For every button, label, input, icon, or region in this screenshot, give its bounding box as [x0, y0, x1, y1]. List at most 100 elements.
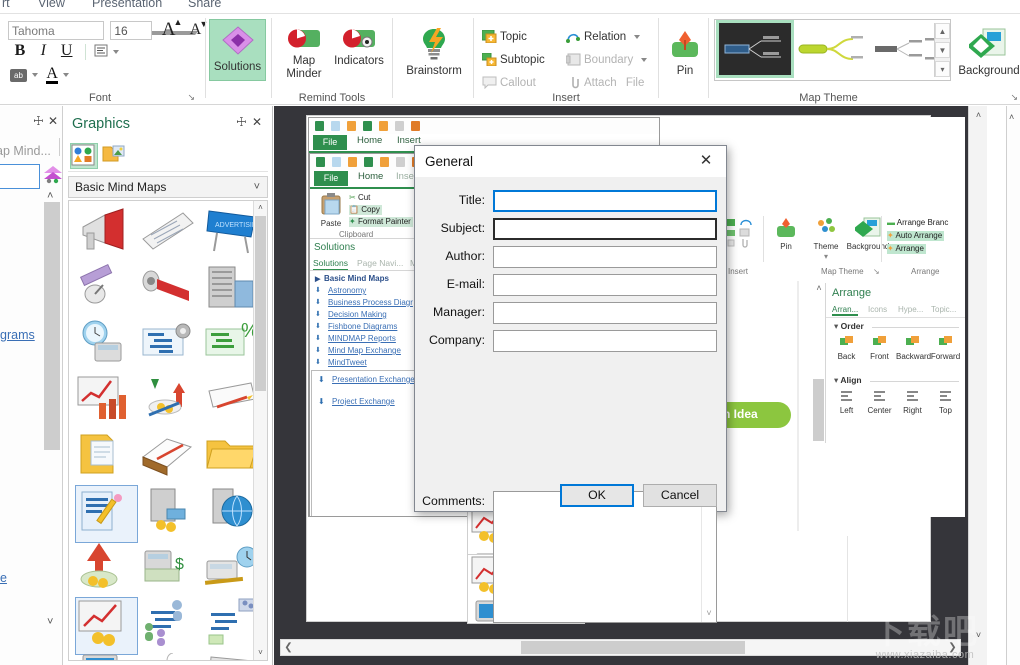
clipart-item-folder-document[interactable]	[75, 429, 138, 487]
graphics-category-combo[interactable]: Basic Mind Maps ˅	[68, 176, 268, 198]
nested-theme-caret-icon[interactable]: ▾	[809, 252, 843, 262]
partial-link[interactable]: e	[0, 571, 7, 585]
author-input[interactable]	[493, 246, 717, 268]
inner-file-tab[interactable]: File	[314, 171, 348, 186]
nested-doc-scroll-thumb[interactable]	[813, 379, 824, 441]
map-theme-item-yellow[interactable]	[795, 23, 867, 75]
clipart-item-chart-coins[interactable]	[75, 597, 138, 655]
paragraph-align-button[interactable]	[94, 44, 108, 60]
graphics-scroll-thumb[interactable]	[255, 216, 266, 391]
order-forward-button[interactable]: Forward	[929, 335, 962, 362]
map-theme-item-dark[interactable]	[716, 20, 794, 78]
comments-scrollbar[interactable]: ˄ ˅	[701, 492, 716, 622]
ok-button[interactable]: OK	[560, 484, 634, 507]
highlight-caret-icon[interactable]	[32, 73, 38, 77]
pin-button[interactable]: Pin	[657, 30, 713, 78]
qat-app-icon[interactable]	[315, 121, 324, 131]
local-images-button[interactable]	[102, 143, 130, 169]
graphics-scroll-up[interactable]: ˄	[254, 201, 267, 215]
graphics-close-icon[interactable]: ✕	[252, 115, 262, 129]
left-scroll-down[interactable]: ˅	[47, 616, 53, 628]
align-left-button[interactable]: Left	[830, 389, 863, 416]
clipart-item-satellite[interactable]	[75, 261, 138, 319]
boundary-caret-icon[interactable]	[641, 57, 648, 62]
font-color-caret-icon[interactable]	[62, 73, 69, 77]
relation-caret-icon[interactable]	[634, 34, 641, 39]
attach-button[interactable]: Attach File	[566, 76, 644, 90]
background-button[interactable]: Background	[958, 28, 1020, 78]
grow-font-button[interactable]: A ▲	[162, 17, 183, 41]
e-mail-input[interactable]	[493, 274, 717, 296]
clipart-item-red-arrow-money[interactable]	[75, 541, 138, 599]
graphics-pin-icon[interactable]: ☩	[236, 115, 247, 129]
nested-doc-scroll-up[interactable]: ˄	[813, 283, 825, 293]
canvas-hscrollbar[interactable]: ❮ ❯	[280, 639, 961, 656]
order-back-button[interactable]: Back	[830, 335, 863, 362]
qat-print-icon[interactable]	[411, 121, 420, 131]
clipart-library-button[interactable]	[70, 143, 98, 169]
highlight-button[interactable]: ab	[10, 68, 27, 82]
gallery-scrollbar[interactable]: ▲ ▼ ▾	[934, 23, 950, 77]
clipart-item-pen-money-arrow[interactable]	[139, 373, 202, 431]
cut-button[interactable]: ✂ Cut	[349, 193, 370, 203]
italic-button[interactable]: I	[33, 42, 53, 60]
bold-button[interactable]: B	[10, 42, 30, 60]
canvas-vscrollbar[interactable]: ˄ ˅	[968, 106, 987, 665]
collapse-icon[interactable]: ▾	[834, 321, 838, 331]
clipart-item-projector[interactable]	[139, 261, 202, 319]
brainstorm-button[interactable]: Brainstorm	[403, 28, 465, 78]
shrink-font-button[interactable]: A ▼	[190, 19, 209, 39]
boundary-button[interactable]: Boundary	[565, 53, 652, 67]
font-color-button[interactable]: A	[46, 66, 58, 84]
clipart-item-org-chart-people[interactable]	[139, 597, 202, 655]
diagrams-link[interactable]: grams	[0, 328, 35, 342]
qat-undo-icon[interactable]	[380, 157, 389, 167]
clipart-item-building-money[interactable]	[139, 485, 202, 543]
lower-list-item-project-exchange[interactable]: ⬇ Project Exchange	[316, 397, 415, 407]
relation-button[interactable]: Relation	[566, 30, 645, 44]
map-minder-button[interactable]: Map Minder	[276, 28, 332, 80]
expand-arrow-icon[interactable]: ▶	[315, 275, 320, 285]
comments-scroll-down[interactable]: ˅	[702, 606, 716, 620]
underline-button[interactable]: U	[57, 42, 77, 60]
align-buttons[interactable]: Left Center Right Top	[830, 389, 965, 423]
format-painter-button[interactable]: ✦ Format Painter	[349, 217, 413, 227]
map-theme-item-plain[interactable]	[871, 23, 943, 75]
qat-save-icon[interactable]	[364, 157, 373, 167]
clipart-item-open-book-pen[interactable]	[139, 429, 202, 487]
right-rail-scroll-up[interactable]: ˄	[1009, 112, 1014, 122]
order-backward-button[interactable]: Backward	[896, 335, 931, 362]
title-input[interactable]	[493, 190, 717, 212]
comments-textarea[interactable]: ˄ ˅	[493, 491, 717, 623]
auto-arrange-button[interactable]: ✦ Auto Arrange	[887, 231, 945, 241]
clipart-item-megaphone[interactable]	[75, 205, 138, 263]
graphics-grid-scrollbar[interactable]: ˄ ˅	[253, 201, 267, 660]
font-family-input[interactable]: Tahoma	[8, 20, 104, 40]
order-front-button[interactable]: Front	[863, 335, 896, 362]
clipart-item-clock-calculator[interactable]	[75, 317, 138, 375]
left-scroll-thumb[interactable]	[44, 202, 60, 450]
lower-list-items[interactable]: ⬇ Presentation Exchange ⬇ Project Exchan…	[316, 375, 415, 407]
qat-redo-icon[interactable]	[395, 121, 404, 131]
canvas-scroll-up[interactable]: ˄	[971, 108, 986, 123]
arrange-button[interactable]: ✦ Arrange	[887, 244, 926, 254]
dialog-close-button[interactable]: ✕	[686, 146, 726, 176]
nested-map-theme-launcher[interactable]: ↘	[873, 267, 880, 277]
nested-file-tab[interactable]: File	[313, 135, 347, 150]
subtopic-button[interactable]: Subtopic	[481, 52, 545, 67]
clipart-item-newspaper[interactable]	[139, 205, 202, 263]
order-buttons[interactable]: Back Front Backward Forward	[830, 335, 965, 369]
gallery-scroll-up[interactable]: ▲	[935, 23, 950, 39]
clipart-item-gantt-gear[interactable]	[139, 317, 202, 375]
subject-input[interactable]	[493, 218, 717, 240]
map-theme-gallery[interactable]: ▲ ▼ ▾	[714, 19, 951, 81]
nested-tab-home[interactable]: Home	[357, 135, 382, 146]
nested-pin-button[interactable]: Pin	[769, 217, 803, 252]
left-scroll-up[interactable]: ˄	[47, 190, 53, 202]
inner-tab-home[interactable]: Home	[358, 171, 383, 182]
arrange-branch-button[interactable]: ▬ Arrange Branc	[887, 218, 948, 228]
nested-theme-button[interactable]: Theme ▾	[809, 217, 843, 262]
cancel-button[interactable]: Cancel	[643, 484, 717, 507]
arrange-tab-icons[interactable]: Icons	[868, 305, 887, 314]
graphics-grid[interactable]: ADVERTISING % $ ˄ ˅	[68, 200, 268, 661]
